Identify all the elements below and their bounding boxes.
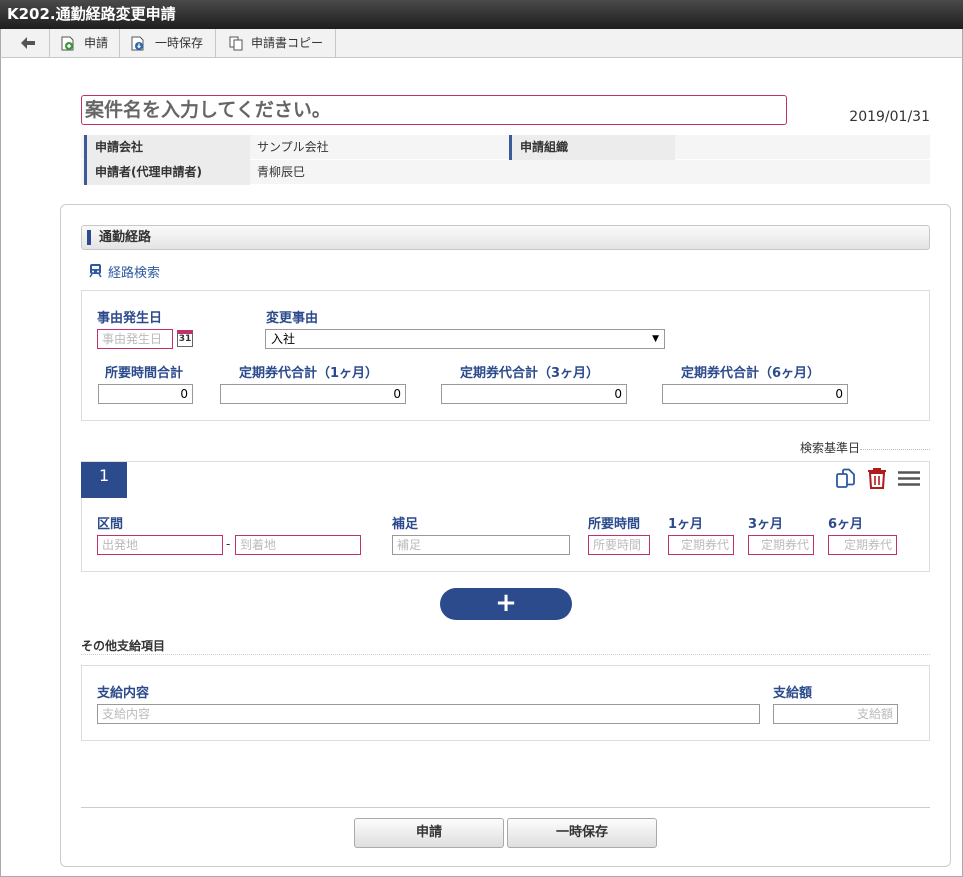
m3-label: 3ヶ月 [748,517,784,532]
pass-3m-total-input[interactable]: 0 [441,384,627,404]
application-date: 2019/01/31 [849,109,930,125]
time-label: 所要時間 [588,517,641,532]
event-date-label: 事由発生日 [97,311,163,326]
applicant-label: 申請者(代理申請者) [84,160,250,185]
menu-icon[interactable] [898,471,920,486]
pass-6m-total-label: 定期券代合計（6ヶ月） [681,366,821,381]
content-label: 支給内容 [97,686,150,701]
reason-select[interactable]: 入社 ▼ [265,329,665,349]
segment-number: 1 [81,462,127,498]
total-time-label: 所要時間合計 [105,366,184,381]
section-label: 区間 [97,517,124,532]
segment-box [81,461,930,572]
section-title-route: 通勤経路 [81,225,930,250]
other-items-divider [81,654,930,655]
submit-button[interactable]: 申請 [354,818,504,848]
other-items-title: その他支給項目 [81,639,166,653]
apply-label: 申請 [84,36,109,50]
back-arrow-icon [21,37,35,49]
event-date-input[interactable]: 事由発生日 [97,329,173,349]
temp-save-button[interactable]: 一時保存 [120,29,216,57]
note-label: 補足 [392,517,419,532]
header-row-applicant: 申請者(代理申請者) 青柳辰巳 [81,160,930,185]
m1-input[interactable]: 定期券代 [668,535,734,555]
subject-input[interactable]: 案件名を入力してください。 [81,95,787,125]
apply-button[interactable]: 申請 [50,29,120,57]
m1-label: 1ヶ月 [668,517,704,532]
to-input[interactable]: 到着地 [235,535,361,555]
footer-divider [81,807,930,808]
org-label: 申請組織 [509,135,675,160]
amount-input[interactable]: 支給額 [773,704,898,724]
company-value: サンプル会社 [257,140,329,154]
route-search-link[interactable]: 経路検索 [108,262,160,281]
range-dash: - [226,537,231,551]
from-input[interactable]: 出発地 [97,535,223,555]
reason-label: 変更事由 [266,311,319,326]
save-draft-button[interactable]: 一時保存 [507,818,657,848]
document-add-icon [61,36,74,51]
base-date-underline [860,449,930,450]
m6-label: 6ヶ月 [828,517,864,532]
total-time-input[interactable]: 0 [98,384,193,404]
pass-1m-total-input[interactable]: 0 [220,384,406,404]
pass-1m-total-label: 定期券代合計（1ヶ月） [239,366,379,381]
reason-value: 入社 [271,332,296,346]
copy-label: 申請書コピー [251,36,324,50]
amount-label: 支給額 [773,686,813,701]
company-label: 申請会社 [84,135,250,160]
copy-button[interactable]: 申請書コピー [216,29,336,57]
applicant-value: 青柳辰巳 [257,165,306,179]
copy-segment-icon[interactable] [835,468,856,489]
base-date-label: 検索基準日 [800,441,861,455]
pass-3m-total-label: 定期券代合計（3ヶ月） [460,366,600,381]
copy-icon [229,36,243,51]
window-title: K202.通勤経路変更申請 [0,0,963,29]
m3-input[interactable]: 定期券代 [748,535,814,555]
org-value [678,135,682,160]
dropdown-arrow-icon: ▼ [652,334,659,344]
m6-input[interactable]: 定期券代 [828,535,897,555]
trash-icon[interactable] [867,467,887,489]
temp-save-label: 一時保存 [155,36,204,50]
header-row-company: 申請会社 サンプル会社 申請組織 [81,135,930,160]
add-segment-button[interactable]: + [440,588,572,620]
toolbar: 申請 一時保存 申請書コピー [0,29,963,58]
train-icon [89,264,102,278]
calendar-icon[interactable]: 31 [177,330,193,347]
other-items-box [81,665,930,741]
time-input[interactable]: 所要時間 [588,535,650,555]
back-button[interactable] [1,29,50,57]
note-input[interactable]: 補足 [392,535,570,555]
content-input[interactable]: 支給内容 [97,704,760,724]
pass-6m-total-input[interactable]: 0 [662,384,848,404]
document-save-icon [131,36,144,51]
